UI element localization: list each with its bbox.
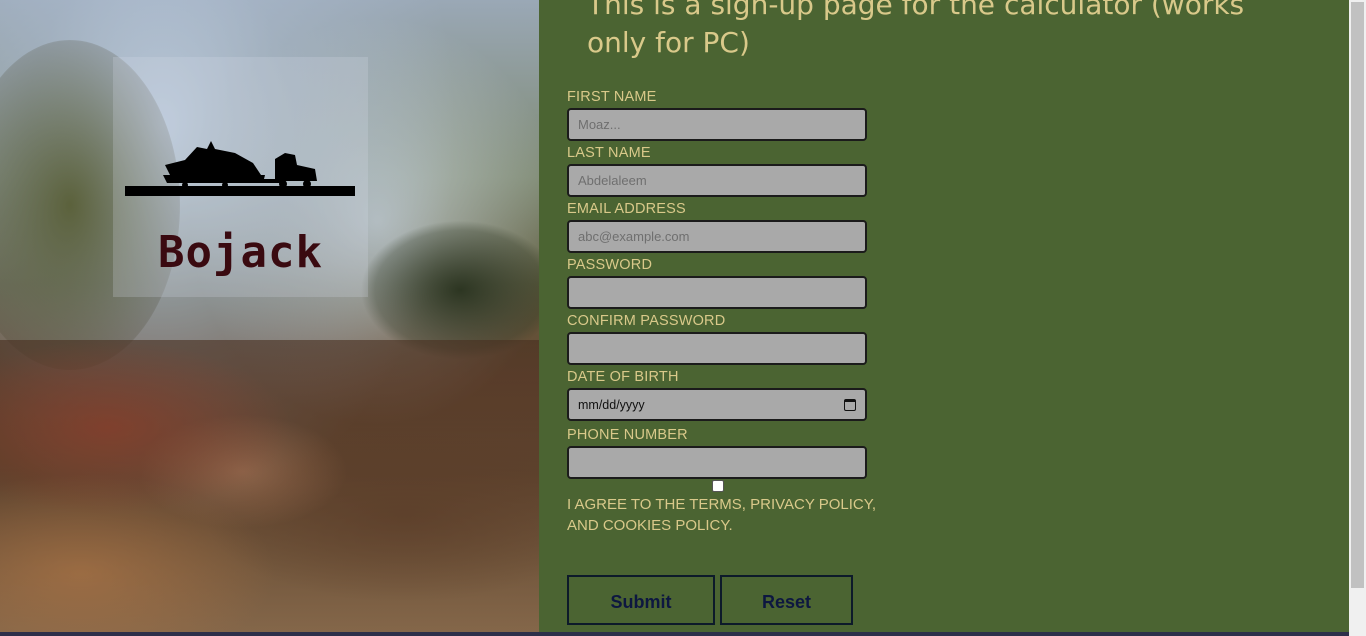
dob-input[interactable]: mm/dd/yyyy [567,388,867,421]
confirm-password-input[interactable] [567,332,867,365]
agree-checkbox[interactable] [712,480,724,492]
phone-label: PHONE NUMBER [567,427,688,443]
leaf-ground [0,340,539,632]
calendar-icon[interactable] [844,399,856,411]
dob-label: DATE OF BIRTH [567,369,679,385]
truck-boat-silhouette-icon [125,141,355,196]
reset-button[interactable]: Reset [720,575,853,625]
brand-name: Bojack [158,227,323,278]
last-name-input[interactable] [567,164,867,197]
email-input[interactable] [567,220,867,253]
dob-value: mm/dd/yyyy [578,398,645,412]
vertical-scrollbar[interactable] [1349,0,1366,636]
phone-input[interactable] [567,446,867,479]
last-name-label: LAST NAME [567,145,651,161]
bush [360,220,539,360]
first-name-label: FIRST NAME [567,89,657,105]
page-heading: This is a sign-up page for the calculato… [587,0,1245,59]
submit-button[interactable]: Submit [567,575,715,625]
bottom-strip [0,632,1349,636]
password-label: PASSWORD [567,257,653,273]
scrollbar-thumb[interactable] [1351,2,1364,588]
agree-text: I AGREE TO THE TERMS, PRIVACY POLICY, AN… [567,496,876,534]
confirm-password-label: CONFIRM PASSWORD [567,313,726,329]
first-name-input[interactable] [567,108,867,141]
email-label: EMAIL ADDRESS [567,201,686,217]
logo-card: Bojack [113,57,368,297]
password-input[interactable] [567,276,867,309]
background-photo: Bojack [0,0,539,632]
